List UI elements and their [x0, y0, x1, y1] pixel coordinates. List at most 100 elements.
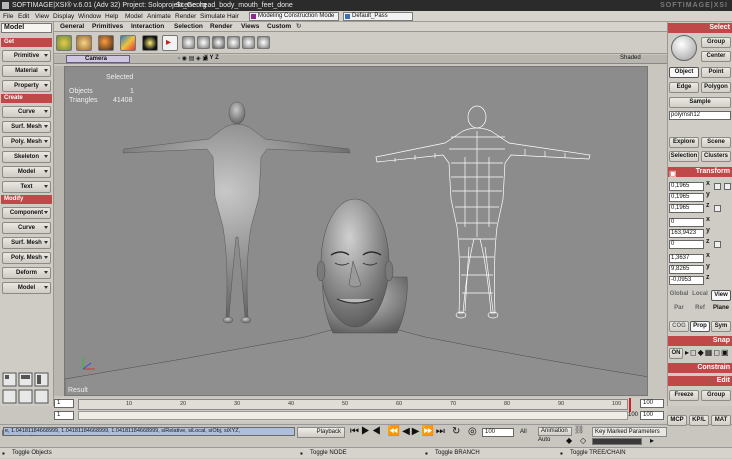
- prop-button[interactable]: Prop: [690, 321, 710, 332]
- light-icon[interactable]: [142, 35, 158, 51]
- menu-render[interactable]: Render: [175, 11, 196, 22]
- key-marked-params-button[interactable]: Key Marked Parameters: [592, 427, 667, 437]
- display-mode-menu[interactable]: Shaded: [620, 55, 641, 61]
- select-arrow-icon[interactable]: [671, 35, 697, 61]
- timeline-range-bar[interactable]: [78, 411, 628, 420]
- key-icon[interactable]: ◆: [566, 436, 572, 445]
- timeline-current-field[interactable]: 100: [640, 411, 664, 420]
- shader-ball-3-icon[interactable]: [212, 36, 225, 49]
- ref-button[interactable]: Ref: [690, 304, 710, 315]
- key-lock-icon[interactable]: ⛓: [574, 425, 584, 434]
- scale-x-lock[interactable]: [724, 183, 731, 190]
- shader-ball-1-icon[interactable]: [182, 36, 195, 49]
- animation-button[interactable]: Animation: [538, 427, 572, 436]
- sym-button[interactable]: Sym: [711, 321, 731, 332]
- toolbar-mode-select[interactable]: Model: [1, 23, 52, 33]
- group-button[interactable]: Group: [701, 37, 731, 48]
- timeline-end-field[interactable]: 100: [640, 399, 664, 408]
- scale-x-key[interactable]: [714, 183, 721, 190]
- key-param-bar[interactable]: [592, 438, 642, 445]
- 3d-viewport[interactable]: Selected Objects 1 Triangles 41408 Resul…: [64, 66, 648, 396]
- tab-interaction[interactable]: Interaction: [131, 22, 164, 32]
- key-marked-icon[interactable]: ▸: [650, 436, 654, 445]
- loop-icon[interactable]: ↻: [452, 426, 460, 437]
- auto-key-button[interactable]: Auto: [538, 437, 550, 443]
- camera-menu[interactable]: Camera: [66, 55, 130, 63]
- cog-button[interactable]: COG: [669, 321, 689, 332]
- create-surf-mesh-button[interactable]: Surf. Mesh: [2, 121, 51, 133]
- viewport-layout-icons[interactable]: [2, 372, 52, 406]
- sphere-icon[interactable]: [98, 35, 114, 51]
- menu-display[interactable]: Display: [53, 11, 74, 22]
- render-region-icon[interactable]: ▸: [162, 35, 178, 51]
- freeze-button[interactable]: Freeze: [669, 390, 699, 401]
- scene-button[interactable]: Scene: [701, 137, 731, 148]
- explore-button[interactable]: Explore: [669, 137, 699, 148]
- layout-combo[interactable]: Modeling Construction Mode: [249, 12, 339, 21]
- center-button[interactable]: Center: [701, 51, 731, 62]
- rotate-x-field[interactable]: 0: [669, 218, 704, 227]
- global-button[interactable]: Global: [669, 290, 689, 301]
- mat-button[interactable]: MAT: [711, 415, 731, 426]
- view-button[interactable]: View: [711, 290, 731, 301]
- playback-controls-icons[interactable]: ⏮▶◀ ⏪◀▶⏩⏭: [350, 426, 447, 437]
- menu-hair[interactable]: Hair: [227, 11, 239, 22]
- all-dropdown[interactable]: All: [520, 429, 527, 435]
- scale-x-field[interactable]: 0,1965: [669, 182, 704, 191]
- scale-y-field[interactable]: 0,1965: [669, 193, 704, 202]
- par-button[interactable]: Par: [669, 304, 689, 315]
- menu-animate[interactable]: Animate: [147, 11, 171, 22]
- pass-combo[interactable]: Default_Pass: [343, 12, 413, 21]
- menu-model[interactable]: Model: [125, 11, 143, 22]
- point-button[interactable]: Point: [701, 67, 731, 78]
- snap-mode-icons[interactable]: ▸◻◆▦◻▣: [685, 348, 730, 357]
- selection-button[interactable]: Selection: [669, 151, 699, 162]
- translate-z-field[interactable]: -0,0953: [669, 276, 704, 285]
- edit-group-button[interactable]: Group: [701, 390, 731, 401]
- edge-button[interactable]: Edge: [669, 82, 699, 93]
- sample-button[interactable]: Sample: [669, 97, 731, 108]
- modify-curve-button[interactable]: Curve: [2, 222, 51, 234]
- modify-component-button[interactable]: Component: [2, 207, 51, 219]
- primitive-button[interactable]: Primitive: [2, 50, 51, 62]
- translate-y-field[interactable]: 9,8265: [669, 265, 704, 274]
- timeline-start-field[interactable]: 1: [54, 399, 74, 408]
- material-button[interactable]: Material: [2, 65, 51, 77]
- rotate-z-field[interactable]: 0: [669, 240, 704, 249]
- shader-ball-6-icon[interactable]: [257, 36, 270, 49]
- material-icon[interactable]: [76, 35, 92, 51]
- modify-surf-mesh-button[interactable]: Surf. Mesh: [2, 237, 51, 249]
- tab-render[interactable]: Render: [210, 22, 232, 32]
- command-line[interactable]: e, 1.04181184668999, 1.04181184668999, 1…: [3, 427, 295, 436]
- rotate-z-key[interactable]: [714, 241, 721, 248]
- refresh-icon[interactable]: ↻: [296, 22, 301, 32]
- modify-deform-button[interactable]: Deform: [2, 267, 51, 279]
- create-model-button[interactable]: Model: [2, 166, 51, 178]
- translate-x-field[interactable]: 1,3637: [669, 254, 704, 263]
- rotate-y-field[interactable]: 163,9423: [669, 229, 704, 238]
- create-curve-button[interactable]: Curve: [2, 106, 51, 118]
- mcp-button[interactable]: MCP: [667, 415, 687, 426]
- shader-ball-2-icon[interactable]: [197, 36, 210, 49]
- menu-simulate[interactable]: Simulate: [200, 11, 225, 22]
- create-text-button[interactable]: Text: [2, 181, 51, 193]
- playback-button[interactable]: Playback: [297, 427, 345, 438]
- clusters-button[interactable]: Clusters: [701, 151, 731, 162]
- scale-z-key[interactable]: [714, 205, 721, 212]
- tab-general[interactable]: General: [60, 22, 84, 32]
- scale-z-field[interactable]: 0,1965: [669, 204, 704, 213]
- frame-field[interactable]: 100: [482, 428, 514, 437]
- plane-button[interactable]: Plane: [711, 304, 731, 315]
- kpl-button[interactable]: KP/L: [689, 415, 709, 426]
- key-remove-icon[interactable]: ◇: [580, 436, 586, 445]
- polygon-button[interactable]: Polygon: [701, 82, 731, 93]
- tab-primitives[interactable]: Primitives: [92, 22, 123, 32]
- object-button[interactable]: Object: [669, 67, 699, 78]
- selection-name-field[interactable]: polymsh12: [669, 111, 731, 120]
- tab-custom[interactable]: Custom: [267, 22, 291, 32]
- local-button[interactable]: Local: [690, 290, 710, 301]
- shader-ball-5-icon[interactable]: [242, 36, 255, 49]
- menu-view[interactable]: View: [35, 11, 49, 22]
- record-icon[interactable]: ◎: [468, 426, 477, 437]
- timeline-playhead[interactable]: [629, 398, 631, 412]
